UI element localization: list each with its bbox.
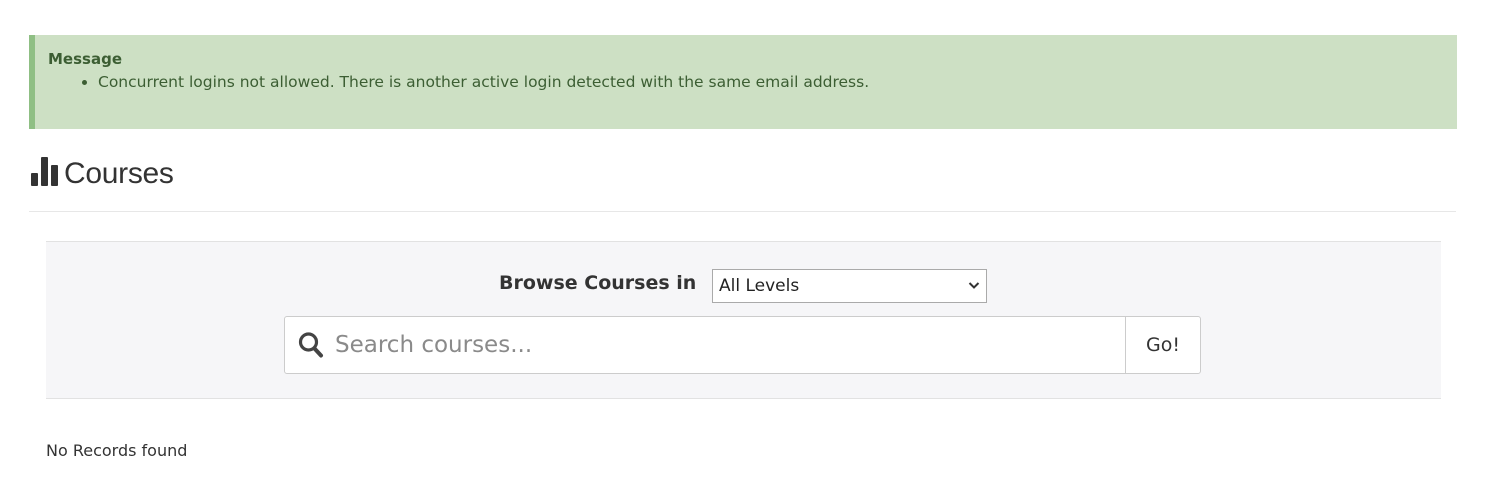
search-input[interactable] [285,317,1125,373]
search-group: Go! [284,316,1201,374]
alert-title: Message [48,50,122,68]
level-select-value: All Levels [719,276,800,296]
no-records-message: No Records found [46,441,188,460]
alert-list: Concurrent logins not allowed. There is … [48,71,1457,93]
search-field [285,317,1125,373]
level-select[interactable]: All Levels [712,269,987,303]
chevron-down-icon [968,270,980,315]
alert-item: Concurrent logins not allowed. There is … [98,71,1457,93]
page-title: Courses [64,157,174,190]
alert-message: Message Concurrent logins not allowed. T… [29,35,1457,129]
search-icon [298,331,324,359]
browse-label: Browse Courses in [499,272,697,294]
go-button[interactable]: Go! [1125,317,1200,373]
page-header: Courses [29,150,1456,212]
bar-chart-icon [31,156,61,186]
browse-panel: Browse Courses in All Levels Go! [46,241,1441,399]
